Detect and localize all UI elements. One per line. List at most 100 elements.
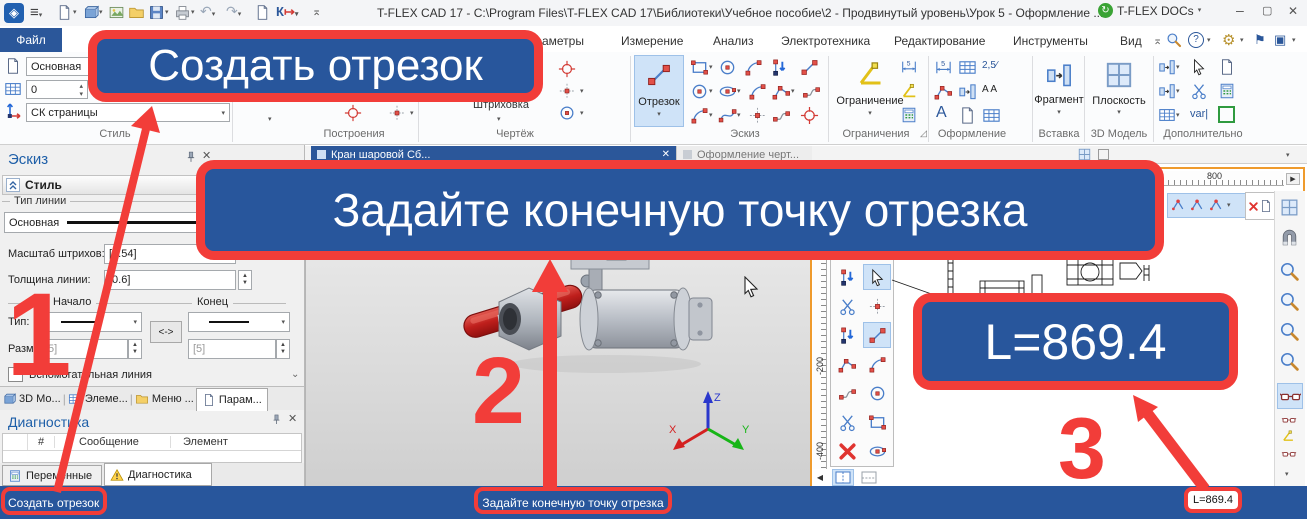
app-logo-icon[interactable]: ◈ <box>4 3 24 23</box>
coordinate-system-combobox[interactable]: СК страницы ▾ <box>26 103 230 122</box>
snap-midpoint-icon[interactable] <box>1189 197 1206 214</box>
snap-intersection-icon[interactable] <box>1208 197 1225 214</box>
maximize-button[interactable]: ▢ <box>1262 4 1272 17</box>
save-button[interactable]: ▾ <box>148 4 169 21</box>
new-3d-document-button[interactable]: ▾ <box>82 4 103 21</box>
tab-measure[interactable]: Измерение <box>621 34 683 48</box>
window-layout-dropdown-icon[interactable]: ▾ <box>1292 37 1296 44</box>
snap-dropdown-icon[interactable]: ▾ <box>1227 202 1231 209</box>
magnet-snap-icon[interactable] <box>1279 227 1300 248</box>
collapse-ribbon-icon[interactable]: ⌅ <box>1153 34 1162 47</box>
close-button[interactable]: ✕ <box>1288 4 1298 18</box>
start-size-spinner[interactable]: ▲ ▼ <box>128 339 142 359</box>
view-label-icon[interactable] <box>982 106 1001 125</box>
snap-node-icon[interactable] <box>1170 197 1187 214</box>
page-layout-1-icon[interactable] <box>832 469 854 486</box>
tool-polyline-icon[interactable] <box>833 351 861 377</box>
tool-segment-icon[interactable] <box>863 322 891 348</box>
minimize-button[interactable]: – <box>1236 2 1244 18</box>
coordinate-axis-icon[interactable] <box>5 102 23 120</box>
tool-scissors-icon[interactable] <box>833 409 861 435</box>
datum-icon[interactable] <box>958 82 977 101</box>
cancel-command-button[interactable] <box>1245 192 1275 220</box>
variables-var-icon[interactable]: var| <box>1190 108 1208 120</box>
select-elements-icon[interactable] <box>1190 58 1208 76</box>
t-flex-docs-button[interactable]: ↻ T-FLEX DOCs ▾ <box>1098 3 1201 18</box>
settings-dropdown-icon[interactable]: ▾ <box>1240 37 1244 44</box>
sketch-arc-icon[interactable] <box>748 82 767 101</box>
links-button[interactable]: К↦▾ <box>276 4 298 20</box>
plane-big-button[interactable]: Плоскость ▾ <box>1088 55 1150 127</box>
zoom-page-icon[interactable] <box>1279 261 1300 282</box>
construction-line-dropdown-icon[interactable]: ▾ <box>410 110 414 117</box>
construction-line-icon[interactable] <box>388 104 406 122</box>
tab-analysis[interactable]: Анализ <box>713 34 754 48</box>
array-icon[interactable]: ▾ <box>1158 106 1180 124</box>
dimension-icon[interactable] <box>934 58 953 77</box>
new-drawing-button[interactable] <box>108 4 125 21</box>
undo-button[interactable]: ↶▾ <box>200 3 215 20</box>
tab-diagnostics[interactable]: Диагностика <box>104 463 212 486</box>
sketch-offset-icon[interactable] <box>772 106 791 125</box>
zoom-previous-icon[interactable] <box>1279 351 1300 372</box>
sketch-point-icon[interactable] <box>748 106 767 125</box>
copy-add-icon[interactable]: ▾ <box>1158 82 1180 100</box>
measure-tool-icon[interactable] <box>1190 82 1208 100</box>
sketch-circle-icon[interactable]: ▾ <box>690 82 713 101</box>
diagnostics-col-element[interactable]: Элемент <box>171 436 228 448</box>
ruler-scroll-right-icon[interactable]: ▶ <box>1286 173 1300 185</box>
open-button[interactable] <box>128 4 145 21</box>
tool-offset-icon[interactable] <box>833 380 861 406</box>
constructions-dropdown-icon[interactable]: ▾ <box>268 116 272 123</box>
hide-construction-icon[interactable] <box>1277 383 1303 409</box>
panel-scroll-down-icon[interactable]: ⌄ <box>291 369 299 380</box>
sketch-spline-icon[interactable]: ▾ <box>718 106 741 125</box>
calculator-icon[interactable] <box>1218 82 1236 100</box>
tool-circle-icon[interactable] <box>863 380 891 406</box>
window-small-icon[interactable] <box>1098 149 1109 160</box>
sketch-two-point-line-icon[interactable]: ▾ <box>772 82 795 101</box>
layers-icon[interactable] <box>4 80 22 98</box>
tool-ellipse-icon[interactable] <box>863 438 891 464</box>
show-constraints-icon[interactable] <box>1279 429 1297 443</box>
zoom-window-icon[interactable] <box>1279 321 1300 342</box>
tab-variables[interactable]: Переменные <box>2 465 102 486</box>
tool-delete-icon[interactable] <box>833 438 861 464</box>
tool-arc-icon[interactable] <box>863 351 891 377</box>
diagnostics-pin-icon[interactable] <box>270 413 283 426</box>
collapse-section-icon[interactable] <box>6 178 20 192</box>
axes-icon[interactable] <box>558 82 576 100</box>
zoom-all-icon[interactable] <box>1279 291 1300 312</box>
sketch-ellipse-icon[interactable]: ▾ <box>718 82 741 101</box>
flag-icon[interactable]: ⚑ <box>1254 32 1266 48</box>
end-size-spinner[interactable]: ▲ ▼ <box>276 339 290 359</box>
tool-rectangle-icon[interactable] <box>863 409 891 435</box>
search-icon[interactable] <box>1166 32 1182 48</box>
panel-pin-icon[interactable] <box>184 150 198 164</box>
thickness-spinner[interactable]: ▲ ▼ <box>238 270 252 290</box>
circle-axes-icon[interactable] <box>558 60 576 78</box>
tool-trim-icon[interactable] <box>833 293 861 319</box>
tool-column-more-icon[interactable]: ▾ <box>1285 471 1289 478</box>
reopen-document-button[interactable] <box>254 4 271 21</box>
fragment-big-button[interactable]: Фрагмент ▾ <box>1034 55 1084 127</box>
panel-tab-elements[interactable]: Элеме... <box>68 392 128 406</box>
main-menu-button[interactable]: ≡▾ <box>30 4 42 21</box>
sketch-fillet-icon[interactable] <box>744 58 763 77</box>
constraint-edit-icon[interactable] <box>900 106 918 124</box>
tool-node-line-icon[interactable] <box>833 264 861 290</box>
constraint-fix-icon[interactable] <box>900 82 918 100</box>
copy-elements-icon[interactable]: ▾ <box>1158 58 1180 76</box>
constraints-dialog-launcher-icon[interactable]: ◿ <box>920 128 927 139</box>
tab-editing[interactable]: Редактирование <box>894 34 985 48</box>
tab-view[interactable]: Вид <box>1120 34 1142 48</box>
print-button[interactable]: ▾ <box>174 4 195 21</box>
construction-node-icon[interactable] <box>344 104 362 122</box>
diagnostics-col-blank[interactable] <box>3 434 28 450</box>
tool-vertical-line-icon[interactable] <box>833 322 861 348</box>
tabs-overflow-icon[interactable]: ▾ <box>1286 152 1290 159</box>
constraint-big-button[interactable]: Ограничение ▾ <box>832 55 908 127</box>
sketch-rectangle-icon[interactable]: ▾ <box>690 58 713 77</box>
redo-button[interactable]: ↷▾ <box>226 3 241 20</box>
text-icon[interactable]: A <box>936 104 947 122</box>
